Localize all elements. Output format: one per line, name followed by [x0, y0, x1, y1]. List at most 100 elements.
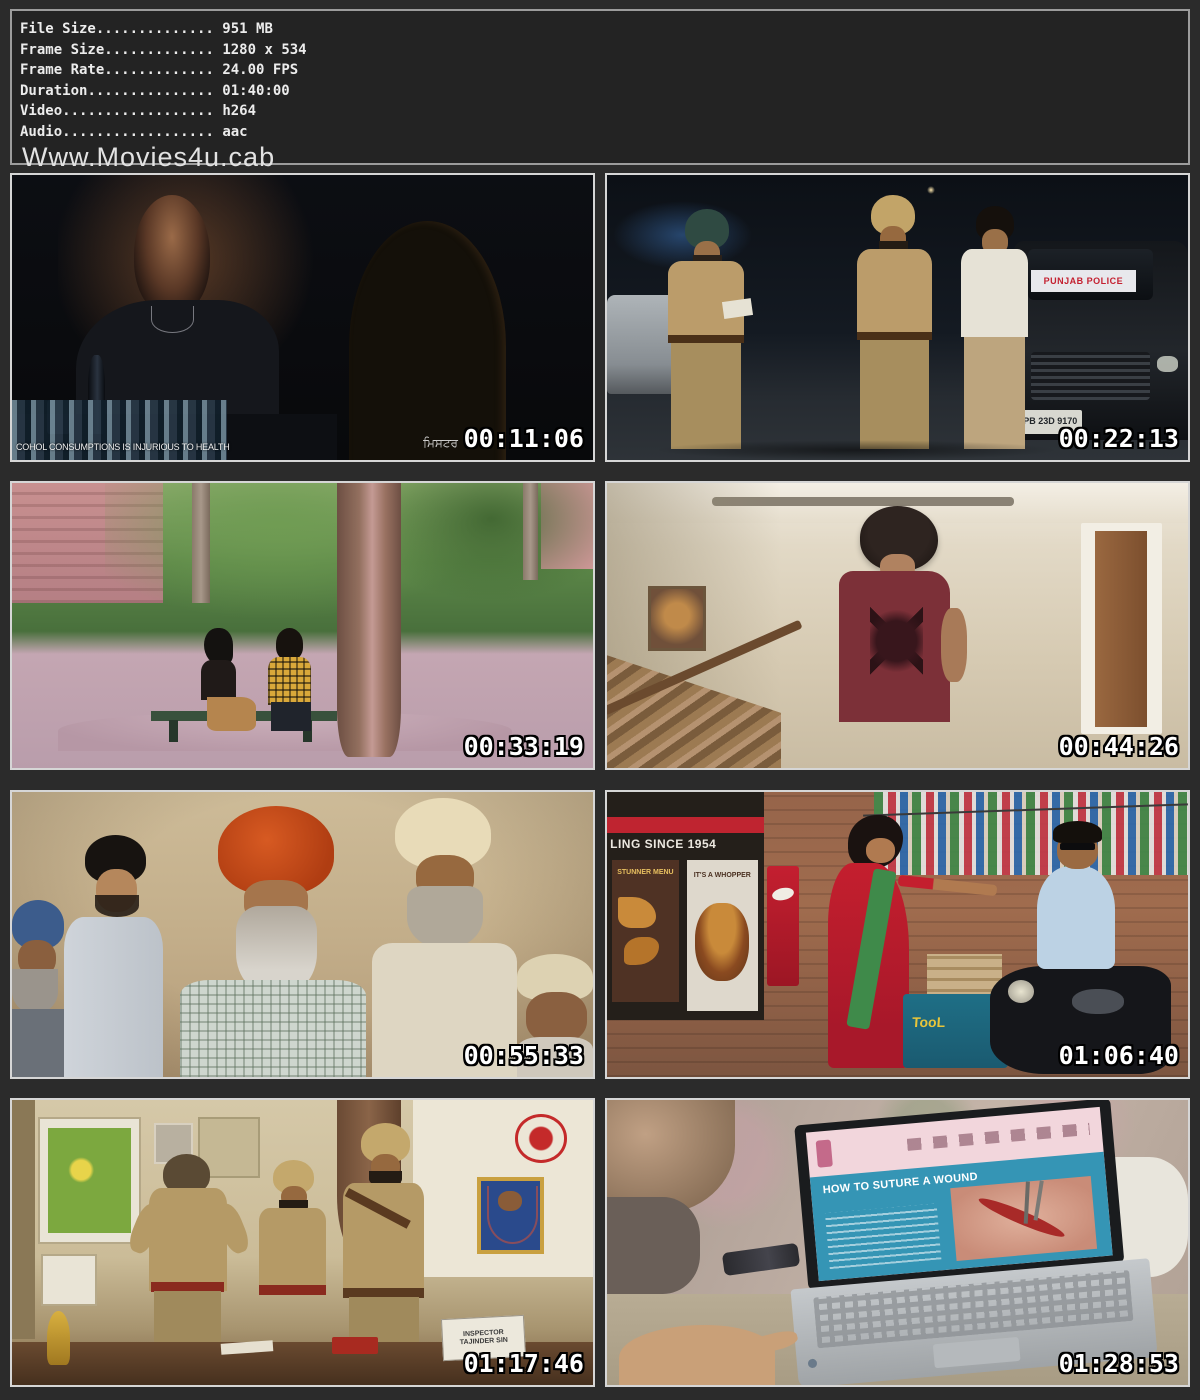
scene-street-market: LING SINCE 1954 STUNNER MENU IT'S A WHOP… [607, 792, 1188, 1077]
info-label: File Size [20, 21, 96, 37]
young-man-beard [95, 895, 139, 918]
palm-trunk-1 [192, 483, 209, 603]
man-left-head [134, 195, 210, 315]
info-value: 24.00 FPS [222, 62, 298, 78]
info-label: Frame Rate [20, 62, 104, 78]
motorcycle-tank-highlight [1072, 989, 1124, 1015]
webpage: HOW TO SUTURE A WOUND [806, 1108, 1113, 1282]
trophy [47, 1311, 70, 1365]
man3-shirt [961, 249, 1028, 337]
ground-shadow [653, 440, 1060, 460]
woman-extended-arm [897, 875, 996, 897]
street-light [927, 186, 935, 194]
health-warning-caption: COHOL CONSUMPTIONS IS INJURIOUS TO HEALT… [16, 443, 230, 453]
young-man-shirt [64, 917, 163, 1077]
info-label: Audio [20, 124, 62, 140]
info-row-file-size: File Size.............. 951 MB [20, 19, 1188, 40]
shop-sign-text: LING SINCE 1954 [610, 838, 761, 851]
scene-police-night: PUNJAB POLICE PB 23D 9170 00:22:13 [607, 175, 1188, 460]
scene-bar-night: COHOL CONSUMPTIONS IS INJURIOUS TO HEALT… [12, 175, 593, 460]
scene-park-bench: 00:33:19 [12, 483, 593, 768]
timestamp-overlay: 00:44:26 [1059, 732, 1179, 761]
info-value: 1280 x 534 [222, 42, 306, 58]
officer2-belt [857, 332, 933, 341]
body-text-lines [825, 1204, 941, 1270]
rider-shirt [1037, 866, 1115, 969]
bench-leg-left [169, 720, 178, 743]
p1-shirt-back [149, 1188, 227, 1291]
info-row-frame-size: Frame Size............. 1280 x 534 [20, 40, 1188, 61]
wound-gash [977, 1194, 1068, 1243]
portrait-garland [487, 1186, 538, 1243]
sofa-arm-dark [607, 1197, 700, 1294]
woman-top [201, 660, 236, 700]
rider-sunglasses [1060, 843, 1095, 850]
subtitle-fragment: ਮਿਸਟਰ [423, 437, 458, 450]
info-value: 951 MB [222, 21, 273, 37]
right-elder-beard [407, 886, 483, 949]
screenshot-tile-4: 00:44:26 [605, 481, 1190, 770]
timestamp-overlay: 00:55:33 [464, 1041, 584, 1070]
scene-sikh-group: 00:55:33 [12, 792, 593, 1077]
whopper-poster: IT'S A WHOPPER [687, 860, 758, 1010]
media-info-panel: File Size.............. 951 MB Frame Siz… [10, 9, 1190, 165]
screenshot-tile-3: 00:33:19 [10, 481, 595, 770]
storefront: LING SINCE 1954 STUNNER MENU IT'S A WHOP… [607, 792, 764, 1020]
officer1-trousers [671, 343, 741, 448]
necklace [151, 306, 194, 333]
screenshot-tile-5: 00:55:33 [10, 790, 595, 1079]
wall-art-frame [648, 586, 706, 652]
dot-leader: .................. [62, 103, 222, 119]
dot-leader: ............. [104, 62, 222, 78]
forceps-second-arm [1033, 1181, 1043, 1221]
touchpad [933, 1338, 1021, 1369]
timestamp-overlay: 01:17:46 [464, 1349, 584, 1378]
info-row-frame-rate: Frame Rate............. 24.00 FPS [20, 60, 1188, 81]
motorcycle-headlight [1008, 980, 1034, 1003]
nameplate-line2: TAJINDER SIN [460, 1337, 508, 1347]
wound-photo [950, 1176, 1097, 1261]
screenshot-tile-8: HOW TO SUTURE A WOUND 01:28:5 [605, 1098, 1190, 1387]
storefront-red-band [607, 817, 764, 833]
info-row-audio: Audio.................. aac [20, 122, 1188, 143]
man-plaid-shirt [268, 657, 312, 705]
tshirt-graphic [870, 605, 923, 678]
punjab-police-sign: PUNJAB POLICE [1031, 270, 1136, 292]
laptop: HOW TO SUTURE A WOUND [776, 1098, 1158, 1387]
info-value: h264 [222, 103, 256, 119]
far-right-elder-face [526, 992, 587, 1043]
scene-laptop: HOW TO SUTURE A WOUND 01:28:5 [607, 1100, 1188, 1385]
red-crest [515, 1114, 567, 1162]
left-man-beard [12, 969, 58, 1015]
info-value: 01:40:00 [222, 83, 289, 99]
small-chart-frame [41, 1254, 97, 1306]
cart-text: TooL [911, 1015, 945, 1030]
screenshot-sheet: { "page": { "background": "#2b2b2b", "ti… [0, 0, 1200, 1400]
screenshot-tile-1: COHOL CONSUMPTIONS IS INJURIOUS TO HEALT… [10, 173, 595, 462]
info-label: Video [20, 103, 62, 119]
menu-poster-brown: STUNNER MENU [612, 860, 679, 1001]
officer2-trousers [860, 340, 930, 448]
timestamp-overlay: 00:33:19 [464, 732, 584, 761]
maroon-tshirt [839, 571, 949, 722]
man-arm [941, 608, 967, 682]
village-map-frame [38, 1117, 141, 1244]
palm-trunk-2 [523, 483, 538, 580]
scene-police-office: INSPECTOR TAJINDER SIN 01:17:46 [12, 1100, 593, 1385]
whopper-text: IT'S A WHOPPER [688, 872, 756, 880]
man3-trousers [964, 337, 1025, 448]
door [1095, 531, 1147, 727]
officer2-shirt [857, 249, 933, 335]
screenshot-tile-2: PUNJAB POLICE PB 23D 9170 00:22:13 [605, 173, 1190, 462]
door-frame [1081, 523, 1162, 734]
woman-face [866, 838, 895, 864]
door-jamb-left [12, 1100, 35, 1339]
man-jeans [271, 702, 312, 731]
p2-belt [259, 1285, 326, 1295]
food-wedge-2 [624, 937, 659, 965]
ambedkar-portrait [477, 1177, 544, 1254]
screenshot-tile-7: INSPECTOR TAJINDER SIN 01:17:46 [10, 1098, 595, 1387]
timestamp-overlay: 00:11:06 [464, 424, 584, 453]
headlamp [1157, 356, 1178, 372]
info-row-duration: Duration............... 01:40:00 [20, 81, 1188, 102]
